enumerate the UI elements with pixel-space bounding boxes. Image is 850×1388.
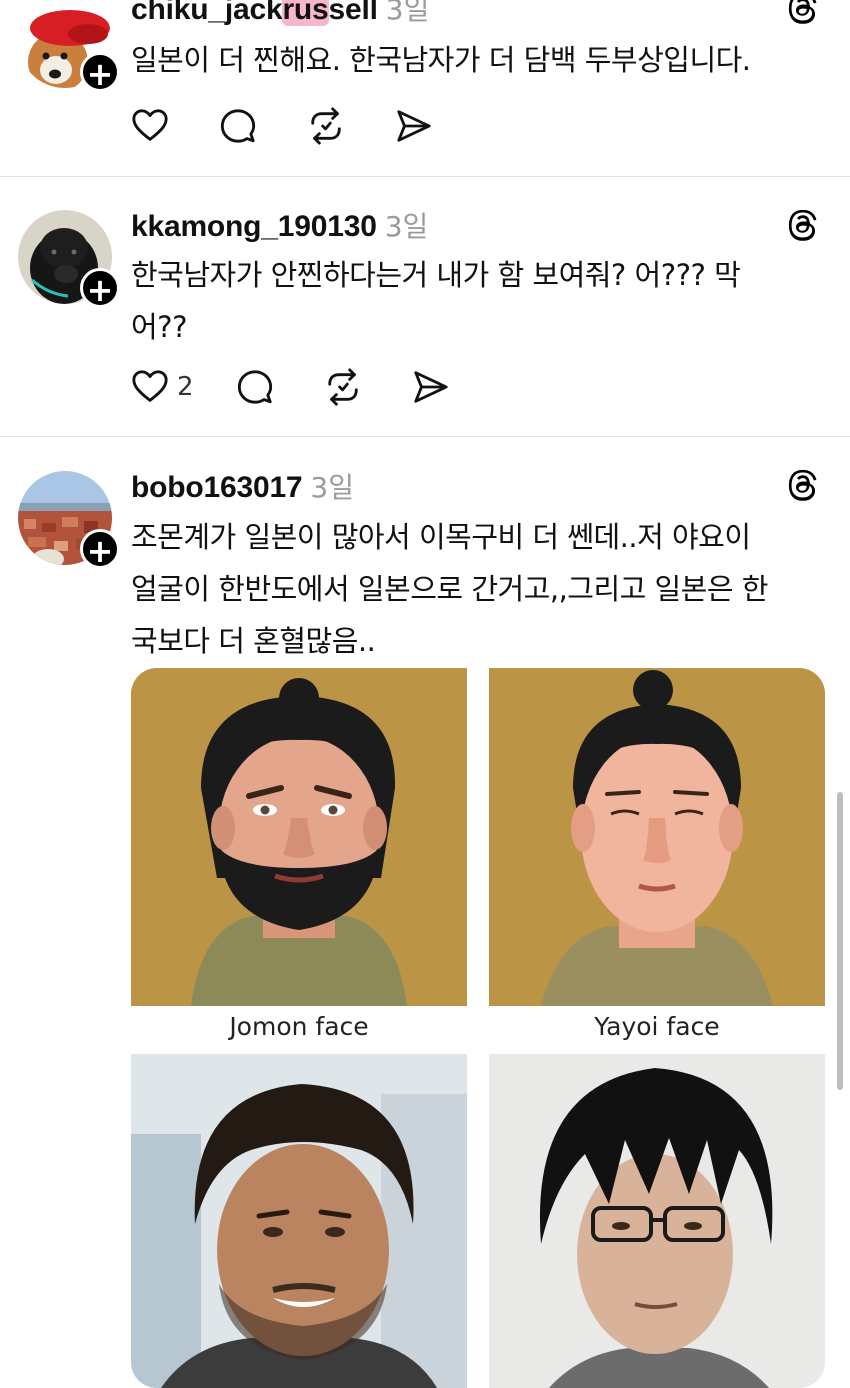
username[interactable]: bobo163017 [131,471,303,504]
post-time: 3일 [384,210,429,243]
post-item: + kkamong_190130 3일 한국남자가 안찐하다는거 내가 함 보여줘… [0,177,850,435]
send-icon [412,368,450,406]
man-photo-right [489,1054,825,1388]
repost-icon [307,107,345,145]
reply-button[interactable] [219,107,257,145]
post-text: 조몬계가 일본이 많아서 이목구비 더 쎈데..저 야요이 얼굴이 한반도에서 … [131,520,769,658]
threads-icon[interactable] [784,207,824,247]
heart-icon [131,368,169,406]
avatar[interactable]: + [18,0,120,93]
threads-icon[interactable] [784,467,824,507]
heart-icon [131,107,169,145]
follow-plus-icon[interactable]: + [80,268,120,309]
reply-button[interactable] [236,368,274,406]
post-header: chiku_jackrussell 3일 [131,0,429,28]
yayoi-face-illustration [489,668,825,1006]
comment-icon [219,107,257,145]
image-caption: Jomon face [229,1012,369,1041]
repost-button[interactable] [324,368,362,406]
post-text: 일본이 더 찐해요. 한국남자가 더 담백 두부상입니다. [131,43,751,77]
follow-plus-icon[interactable]: + [80,52,120,93]
send-icon [395,107,433,145]
avatar[interactable]: + [18,210,120,309]
threads-icon[interactable] [784,0,824,30]
share-button[interactable] [395,107,433,145]
avatar[interactable]: + [18,471,120,570]
comment-icon [236,368,274,406]
like-count: 2 [177,372,194,402]
post-header: bobo163017 3일 [131,466,354,506]
post-item: + chiku_jackrussell 3일 일본이 더 찐해요. 한국남자가 더… [0,0,850,176]
username-highlight: rus [282,0,329,26]
like-button[interactable]: 2 [131,368,194,406]
repost-icon [324,368,362,406]
share-button[interactable] [412,368,450,406]
scrollbar[interactable] [837,792,843,1090]
username[interactable]: kkamong_190130 [131,210,377,243]
username[interactable]: chiku_jackrussell [131,0,378,26]
post-time: 3일 [310,471,354,504]
jomon-face-illustration [131,668,467,1006]
post-image[interactable]: Jomon face Yayoi face [131,668,825,1388]
post-time: 3일 [385,0,430,26]
post-text: 한국남자가 안찐하다는거 내가 함 보여줘? 어??? 막 어?? [131,258,741,344]
action-bar [131,106,483,146]
repost-button[interactable] [307,107,345,145]
like-button[interactable] [131,107,169,145]
action-bar: 2 [131,367,500,407]
post-header: kkamong_190130 3일 [131,205,428,245]
follow-plus-icon[interactable]: + [80,529,120,570]
image-caption: Yayoi face [594,1012,720,1041]
man-photo-left [131,1054,467,1388]
